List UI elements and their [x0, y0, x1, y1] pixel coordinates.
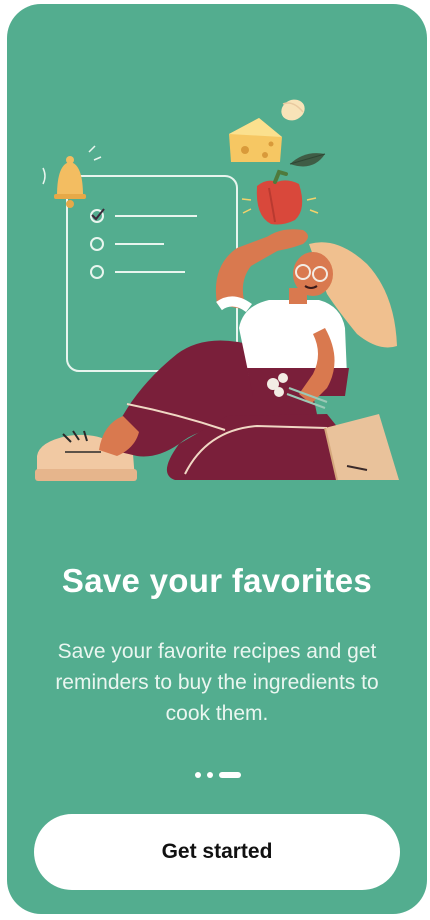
page-indicator	[195, 771, 255, 779]
lemon-icon	[281, 99, 305, 121]
bell-pepper-icon	[241, 169, 319, 225]
page-title: Save your favorites	[61, 562, 373, 599]
unchecked-circle-icon	[90, 237, 104, 251]
unchecked-circle-icon	[90, 265, 104, 279]
onboarding-card: Save your favorites Save your favorite r…	[7, 4, 427, 914]
cheese-icon	[229, 118, 282, 162]
page-dot	[195, 772, 201, 778]
page-dot-active	[219, 772, 241, 778]
get-started-button[interactable]: Get started	[34, 814, 400, 890]
grocery-bag-icon	[324, 414, 399, 481]
leaf-icon	[289, 153, 326, 167]
page-dot	[207, 772, 213, 778]
onboarding-illustration	[35, 99, 399, 481]
page-subtitle: Save your favorite recipes and get remin…	[55, 640, 379, 725]
checked-circle-icon	[90, 208, 105, 223]
